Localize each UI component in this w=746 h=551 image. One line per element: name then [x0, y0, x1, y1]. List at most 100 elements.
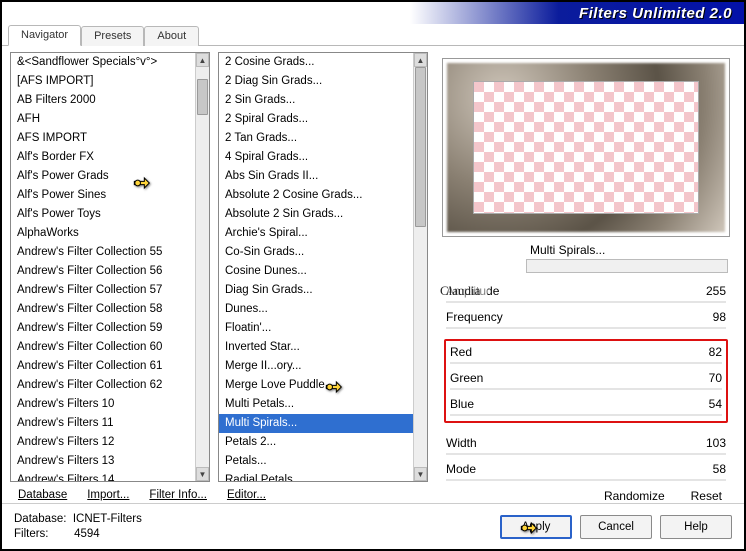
list-item[interactable]: Absolute 2 Sin Grads...: [219, 205, 413, 224]
list-item[interactable]: Cosine Dunes...: [219, 262, 413, 281]
list-item[interactable]: Alf's Border FX: [11, 148, 195, 167]
list-item[interactable]: Andrew's Filter Collection 61: [11, 357, 195, 376]
list-item[interactable]: Alf's Power Grads: [11, 167, 195, 186]
preview-checker: [473, 81, 699, 214]
list-item[interactable]: &<Sandflower Specials°v°>: [11, 53, 195, 72]
scroll-up-icon[interactable]: ▲: [414, 53, 427, 67]
list-item[interactable]: Andrew's Filter Collection 56: [11, 262, 195, 281]
current-filter-name: Multi Spirals...: [526, 241, 728, 259]
randomize-button[interactable]: Randomize: [604, 489, 665, 503]
scroll-up-icon[interactable]: ▲: [196, 53, 209, 67]
list-item[interactable]: Co-Sin Grads...: [219, 243, 413, 262]
help-button[interactable]: Help: [660, 515, 732, 539]
param-slider[interactable]: [446, 327, 726, 329]
param-row[interactable]: Blue54: [448, 394, 724, 414]
param-slider[interactable]: [450, 362, 722, 364]
list-item[interactable]: Multi Petals...: [219, 395, 413, 414]
list-item[interactable]: Diag Sin Grads...: [219, 281, 413, 300]
list-item[interactable]: Andrew's Filter Collection 57: [11, 281, 195, 300]
status-filters-value: 4594: [74, 528, 100, 540]
list-item[interactable]: Andrew's Filters 13: [11, 452, 195, 471]
apply-button[interactable]: Apply: [500, 515, 572, 539]
param-row[interactable]: Mode 58: [444, 459, 728, 479]
param-row[interactable]: Green70: [448, 368, 724, 388]
list-item[interactable]: Merge Love Puddle...: [219, 376, 413, 395]
param-slider[interactable]: [450, 414, 722, 416]
tab-about[interactable]: About: [144, 26, 199, 46]
app-title: Filters Unlimited 2.0: [579, 5, 732, 22]
reset-button[interactable]: Reset: [691, 489, 722, 503]
list-item[interactable]: 2 Spiral Grads...: [219, 110, 413, 129]
list-item[interactable]: Floatin'...: [219, 319, 413, 338]
list-item[interactable]: Andrew's Filter Collection 62: [11, 376, 195, 395]
list-item[interactable]: AB Filters 2000: [11, 91, 195, 110]
editor-button[interactable]: Editor...: [227, 489, 266, 501]
param-row[interactable]: Frequency98: [444, 307, 728, 327]
list-item[interactable]: 2 Cosine Grads...: [219, 53, 413, 72]
title-bar: Filters Unlimited 2.0: [2, 2, 744, 24]
app-window: Filters Unlimited 2.0 NavigatorPresetsAb…: [0, 0, 746, 551]
tab-bar: NavigatorPresetsAbout: [2, 24, 744, 46]
list-item[interactable]: Archie's Spiral...: [219, 224, 413, 243]
list-item[interactable]: Merge II...ory...: [219, 357, 413, 376]
param-slider[interactable]: [446, 301, 726, 303]
list-item[interactable]: Petals...: [219, 452, 413, 471]
list-item[interactable]: Inverted Star...: [219, 338, 413, 357]
scroll-down-icon[interactable]: ▼: [414, 467, 427, 481]
import-button[interactable]: Import...: [87, 489, 129, 501]
param-slider[interactable]: [450, 388, 722, 390]
param-value: 58: [713, 462, 726, 476]
cancel-button[interactable]: Cancel: [580, 515, 652, 539]
list-item[interactable]: Andrew's Filters 12: [11, 433, 195, 452]
category-list[interactable]: &<Sandflower Specials°v°>[AFS IMPORT]AB …: [10, 52, 210, 482]
progress-bar: [526, 259, 728, 273]
param-value: 103: [706, 436, 726, 450]
scrollbar[interactable]: ▲ ▼: [413, 53, 427, 481]
list-item[interactable]: Multi Spirals...: [219, 414, 413, 433]
param-slider[interactable]: [446, 453, 726, 455]
list-item[interactable]: Andrew's Filter Collection 58: [11, 300, 195, 319]
list-item[interactable]: Radial Petals...: [219, 471, 413, 481]
list-item[interactable]: 2 Tan Grads...: [219, 129, 413, 148]
param-row[interactable]: Red 82: [448, 342, 724, 362]
list-item[interactable]: AlphaWorks: [11, 224, 195, 243]
list-item[interactable]: Absolute 2 Cosine Grads...: [219, 186, 413, 205]
list-item[interactable]: [AFS IMPORT]: [11, 72, 195, 91]
list-item[interactable]: Dunes...: [219, 300, 413, 319]
list-item[interactable]: 4 Spiral Grads...: [219, 148, 413, 167]
tab-navigator[interactable]: Navigator: [8, 25, 81, 46]
param-value: 70: [709, 371, 722, 385]
scroll-down-icon[interactable]: ▼: [196, 467, 209, 481]
scrollbar[interactable]: ▲ ▼: [195, 53, 209, 481]
list-item[interactable]: Andrew's Filters 10: [11, 395, 195, 414]
tab-presets[interactable]: Presets: [81, 26, 144, 46]
list-item[interactable]: Petals 2...: [219, 433, 413, 452]
list-item[interactable]: Andrew's Filters 14: [11, 471, 195, 481]
list-item[interactable]: 2 Diag Sin Grads...: [219, 72, 413, 91]
param-row[interactable]: Width103: [444, 433, 728, 453]
watermark: Claudia: [432, 282, 488, 300]
param-slider[interactable]: [446, 479, 726, 481]
filter-info-button[interactable]: Filter Info...: [149, 489, 207, 501]
list-item[interactable]: 2 Sin Grads...: [219, 91, 413, 110]
list-item[interactable]: AFS IMPORT: [11, 129, 195, 148]
param-value: 255: [706, 284, 726, 298]
list-item[interactable]: Andrew's Filter Collection 59: [11, 319, 195, 338]
param-value: 82: [709, 345, 722, 359]
list-item[interactable]: Andrew's Filter Collection 55: [11, 243, 195, 262]
list-item[interactable]: Abs Sin Grads II...: [219, 167, 413, 186]
scroll-thumb[interactable]: [415, 67, 426, 227]
status-db-label: Database:: [14, 513, 66, 525]
list-item[interactable]: AFH: [11, 110, 195, 129]
list-item[interactable]: Andrew's Filters 11: [11, 414, 195, 433]
param-label: Red: [450, 345, 472, 359]
scroll-thumb[interactable]: [197, 79, 208, 115]
status-db-value: ICNET-Filters: [73, 513, 142, 525]
list-item[interactable]: Alf's Power Toys: [11, 205, 195, 224]
database-button[interactable]: Database: [18, 489, 67, 501]
param-value: 98: [713, 310, 726, 324]
list-item[interactable]: Alf's Power Sines: [11, 186, 195, 205]
list-item[interactable]: Andrew's Filter Collection 60: [11, 338, 195, 357]
param-label: Mode: [446, 462, 476, 476]
filter-list[interactable]: 2 Cosine Grads...2 Diag Sin Grads...2 Si…: [218, 52, 428, 482]
